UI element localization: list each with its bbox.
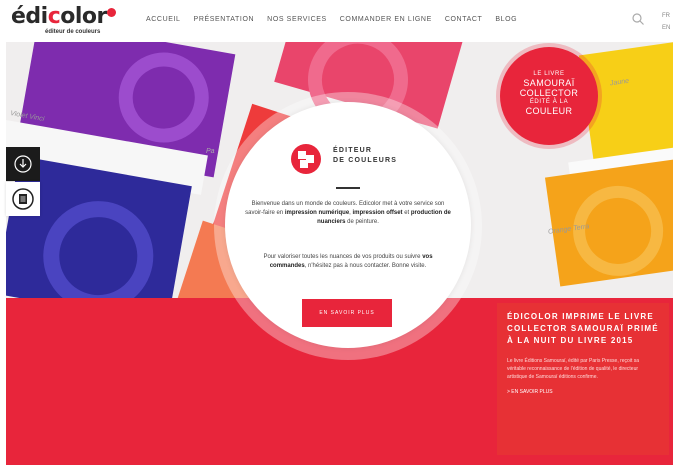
intro-paragraph-2: Pour valoriser toutes les nuances de vos… — [263, 254, 433, 269]
document-icon — [12, 188, 34, 210]
intro-divider — [336, 187, 360, 189]
logo-tagline: éditeur de couleurs — [45, 29, 101, 35]
side-document-button[interactable] — [6, 182, 40, 216]
nav-item-blog[interactable]: BLOG — [495, 16, 517, 23]
swatch-label-pa: Pa — [206, 148, 215, 155]
search-icon[interactable] — [631, 12, 645, 26]
award-title: ÉDICOLOR IMPRIME LE LIVRE COLLECTOR SAMO… — [507, 312, 659, 345]
intro-paragraph-1: Bienvenue dans un monde de couleurs. Edi… — [245, 201, 451, 225]
learn-more-button[interactable]: EN SAVOIR PLUS — [302, 299, 392, 327]
nav-item-commander[interactable]: COMMANDER EN LIGNE — [340, 16, 432, 23]
main-nav: ACCUEIL PRÉSENTATION NOS SERVICES COMMAN… — [146, 16, 530, 23]
side-download-button[interactable] — [6, 147, 40, 181]
award-more-link[interactable]: > EN SAVOIR PLUS — [507, 389, 659, 395]
nav-item-accueil[interactable]: ACCUEIL — [146, 16, 181, 23]
palette-logo-icon — [291, 144, 321, 174]
nav-item-services[interactable]: NOS SERVICES — [267, 16, 327, 23]
award-description: Le livre Éditions Samouraï, édité par Pa… — [507, 358, 640, 380]
nav-item-contact[interactable]: CONTACT — [445, 16, 483, 23]
lang-en[interactable]: EN — [662, 22, 670, 34]
language-switcher: FR EN — [662, 10, 670, 34]
download-icon — [14, 155, 32, 173]
promo-badge-text: LE LIVRE SAMOURAÏ COLLECTOR ÉDITÉ À LA C… — [519, 71, 579, 116]
swatch-card-orange — [544, 159, 673, 287]
logo[interactable]: édicolor éditeur de couleurs — [11, 5, 121, 37]
site-header: édicolor éditeur de couleurs ACCUEIL PRÉ… — [0, 0, 673, 42]
logo-dot — [107, 8, 116, 17]
award-box: ÉDICOLOR IMPRIME LE LIVRE COLLECTOR SAMO… — [497, 303, 669, 455]
logo-wordmark: édicolor — [11, 4, 107, 29]
nav-item-presentation[interactable]: PRÉSENTATION — [194, 16, 255, 23]
intro-heading: ÉDITEUR DE COULEURS — [333, 147, 398, 164]
lang-fr[interactable]: FR — [662, 10, 670, 22]
